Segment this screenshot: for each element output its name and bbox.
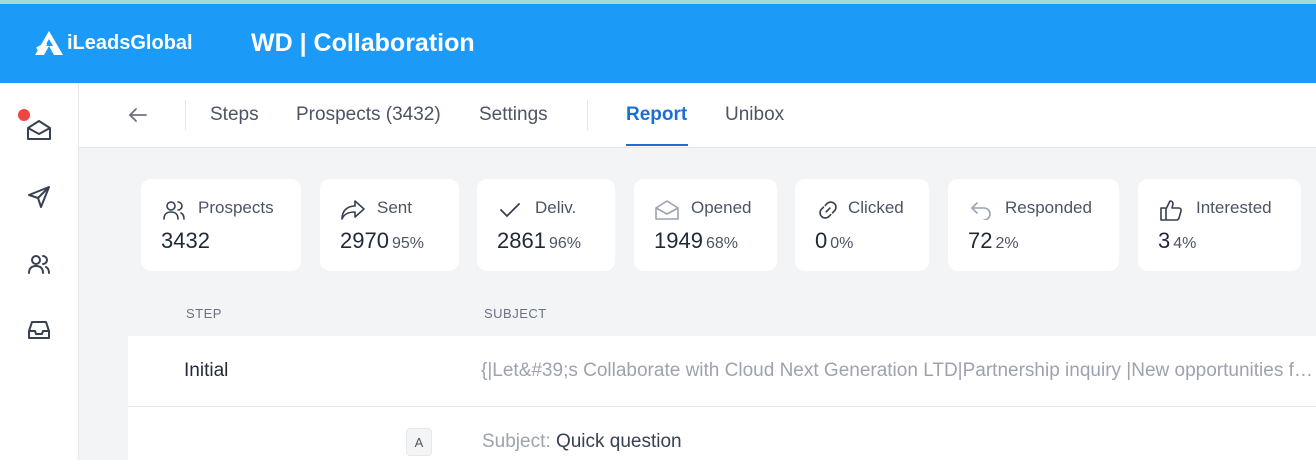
sidebar-item-users[interactable] <box>24 249 54 279</box>
stat-label: Opened <box>691 198 752 217</box>
campaign-title: WD | Collaboration <box>251 29 475 57</box>
stat-card-sent[interactable]: Sent 2970 95% <box>320 179 459 271</box>
stat-label: Prospects <box>198 198 274 217</box>
check-icon <box>497 197 523 223</box>
tab-report[interactable]: Report <box>626 104 687 126</box>
table-row[interactable]: Initial {|Let&#39;s Collaborate with Clo… <box>128 336 1316 407</box>
stat-card-clicked[interactable]: Clicked 0 0% <box>795 179 929 271</box>
column-header-step: STEP <box>186 306 222 321</box>
tab-settings[interactable]: Settings <box>479 104 548 126</box>
sidebar-item-mail[interactable] <box>24 115 54 145</box>
subject-value: Quick question <box>555 431 682 452</box>
stat-value: 72 2% <box>968 228 1019 253</box>
stat-card-delivered[interactable]: Deliv. 2861 96% <box>477 179 615 271</box>
thumbs-up-icon <box>1158 197 1184 223</box>
stat-card-prospects[interactable]: Prospects 3432 <box>141 179 301 271</box>
stat-label: Clicked <box>848 198 904 217</box>
subject-text: {|Let&#39;s Collaborate with Cloud Next … <box>481 360 1316 381</box>
app-header: iLeadsGlobal WD | Collaboration <box>0 4 1316 83</box>
stat-value: 1949 68% <box>654 228 738 253</box>
notification-dot <box>18 109 30 121</box>
tab-steps[interactable]: Steps <box>210 104 259 126</box>
stat-value: 2861 96% <box>497 228 581 253</box>
arrow-left-icon <box>128 108 147 122</box>
share-icon <box>340 197 366 223</box>
users-icon <box>161 197 187 223</box>
divider <box>587 100 588 130</box>
stat-label: Sent <box>377 198 412 217</box>
variant-badge: A <box>406 428 432 456</box>
tab-prospects[interactable]: Prospects (3432) <box>296 104 441 126</box>
tab-unibox[interactable]: Unibox <box>725 104 784 126</box>
sidebar-item-send[interactable] <box>24 182 54 212</box>
stat-card-responded[interactable]: Responded 72 2% <box>948 179 1119 271</box>
sidebar-item-inbox[interactable] <box>24 315 54 345</box>
variant-subject: Subject: Quick question <box>482 431 682 453</box>
campaign-tab-bar: Steps Prospects (3432) Settings Report U… <box>79 83 1316 148</box>
brand-name: iLeadsGlobal <box>67 31 193 54</box>
send-icon <box>28 186 50 208</box>
active-tab-indicator <box>626 144 688 146</box>
stat-value: 3432 <box>161 228 210 253</box>
brand-mark-icon <box>35 31 63 55</box>
sidebar <box>0 83 79 460</box>
inbox-icon <box>28 321 50 339</box>
step-name: Initial <box>184 360 229 381</box>
brand-logo[interactable]: iLeadsGlobal <box>34 30 193 56</box>
column-header-subject: SUBJECT <box>484 306 547 321</box>
reply-icon <box>968 197 994 223</box>
stat-value: 0 0% <box>815 228 854 253</box>
mail-open-icon <box>654 197 680 223</box>
back-button[interactable] <box>127 103 149 127</box>
table-row-variant[interactable]: A Subject: Quick question <box>128 407 1316 460</box>
stat-value: 2970 95% <box>340 228 424 253</box>
subject-label: Subject: <box>482 431 551 452</box>
link-icon <box>815 197 841 223</box>
stat-label: Responded <box>1005 198 1092 217</box>
stat-card-interested[interactable]: Interested 3 4% <box>1138 179 1301 271</box>
users-icon <box>28 255 50 274</box>
stat-card-opened[interactable]: Opened 1949 68% <box>634 179 777 271</box>
stat-label: Deliv. <box>535 198 577 217</box>
divider <box>185 100 186 130</box>
stat-value: 3 4% <box>1158 228 1197 253</box>
stat-label: Interested <box>1196 198 1272 217</box>
mail-icon <box>27 120 51 140</box>
